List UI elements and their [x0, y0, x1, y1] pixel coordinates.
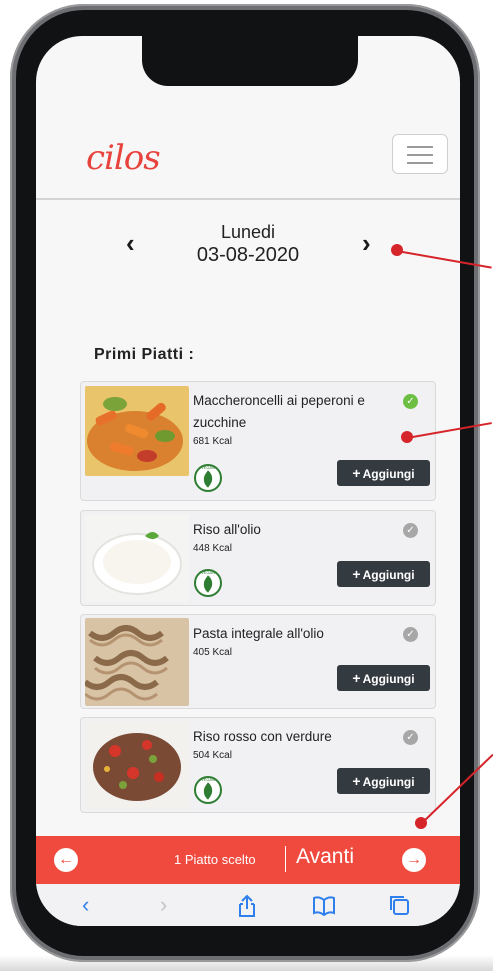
dish-card[interactable]: Riso all'olio ✓ 448 Kcal VEGAN + Aggiungi: [80, 510, 436, 606]
hamburger-icon-line: [407, 162, 433, 164]
dish-photo-pasta-peppers: [85, 386, 189, 476]
section-title: Primi Piatti :: [94, 346, 195, 363]
vegan-label: VEGAN: [200, 777, 215, 782]
add-button-label: Aggiungi: [362, 672, 415, 686]
dish-kcal: 448 Kcal: [193, 543, 232, 554]
dish-kcal: 405 Kcal: [193, 647, 232, 658]
bar-separator: [285, 846, 286, 872]
forward-arrow-icon[interactable]: →: [402, 848, 426, 872]
app-screen: cilos ‹ Lunedi 03-08-2020 › Primi Piatti…: [36, 36, 460, 926]
add-button-label: Aggiungi: [362, 775, 415, 789]
notch: [142, 36, 358, 86]
hamburger-icon-line: [407, 154, 433, 156]
dish-name: Riso all'olio: [193, 522, 261, 537]
vegan-icon: VEGAN: [194, 776, 222, 804]
dish-card[interactable]: Maccheroncelli ai peperoni e zucchine ✓ …: [80, 381, 436, 501]
vegan-label: VEGAN: [200, 570, 215, 575]
next-day-chevron-icon[interactable]: ›: [362, 228, 371, 259]
add-button-label: Aggiungi: [362, 467, 415, 481]
dish-card[interactable]: Riso rosso con verdure ✓ 504 Kcal VEGAN …: [80, 717, 436, 813]
app-header: cilos: [36, 118, 460, 200]
browser-back-icon[interactable]: ‹: [82, 892, 89, 918]
add-dish-button[interactable]: + Aggiungi: [337, 768, 430, 794]
dish-kcal: 681 Kcal: [193, 436, 232, 447]
dish-name: Riso rosso con verdure: [193, 729, 332, 744]
back-arrow-icon[interactable]: ←: [54, 848, 78, 872]
check-icon: ✓: [403, 730, 418, 745]
dish-photo-whole-pasta: [85, 618, 189, 706]
next-button[interactable]: Avanti: [296, 845, 354, 869]
add-dish-button[interactable]: + Aggiungi: [337, 665, 430, 691]
browser-toolbar: ‹ ›: [36, 884, 460, 926]
add-button-label: Aggiungi: [362, 568, 415, 582]
check-icon: ✓: [403, 627, 418, 642]
tabs-icon[interactable]: [388, 894, 410, 916]
dish-card[interactable]: Pasta integrale all'olio ✓ 405 Kcal + Agg…: [80, 614, 436, 709]
dish-photo-rice: [85, 514, 189, 602]
check-icon: ✓: [403, 523, 418, 538]
share-icon[interactable]: [236, 894, 258, 918]
vegan-label: VEGAN: [200, 465, 215, 470]
day-name: Lunedi: [220, 222, 276, 242]
check-icon: ✓: [403, 394, 418, 409]
hamburger-icon-line: [407, 146, 433, 148]
cilos-logo[interactable]: cilos: [86, 138, 161, 178]
add-dish-button[interactable]: + Aggiungi: [337, 561, 430, 587]
dish-name: Maccheroncelli ai peperoni e zucchine: [193, 393, 365, 430]
vegan-icon: VEGAN: [194, 569, 222, 597]
add-dish-button[interactable]: + Aggiungi: [337, 460, 430, 486]
selected-count: 1 Piatto scelto: [174, 852, 256, 867]
bookmarks-icon[interactable]: [312, 896, 336, 916]
dish-name: Pasta integrale all'olio: [193, 626, 324, 641]
browser-forward-icon[interactable]: ›: [160, 892, 167, 918]
vegan-icon: VEGAN: [194, 464, 222, 492]
dish-kcal: 504 Kcal: [193, 750, 232, 761]
dish-photo-red-rice: [85, 721, 189, 809]
selection-bar: ← 1 Piatto scelto Avanti →: [36, 836, 460, 884]
menu-button[interactable]: [392, 134, 448, 174]
